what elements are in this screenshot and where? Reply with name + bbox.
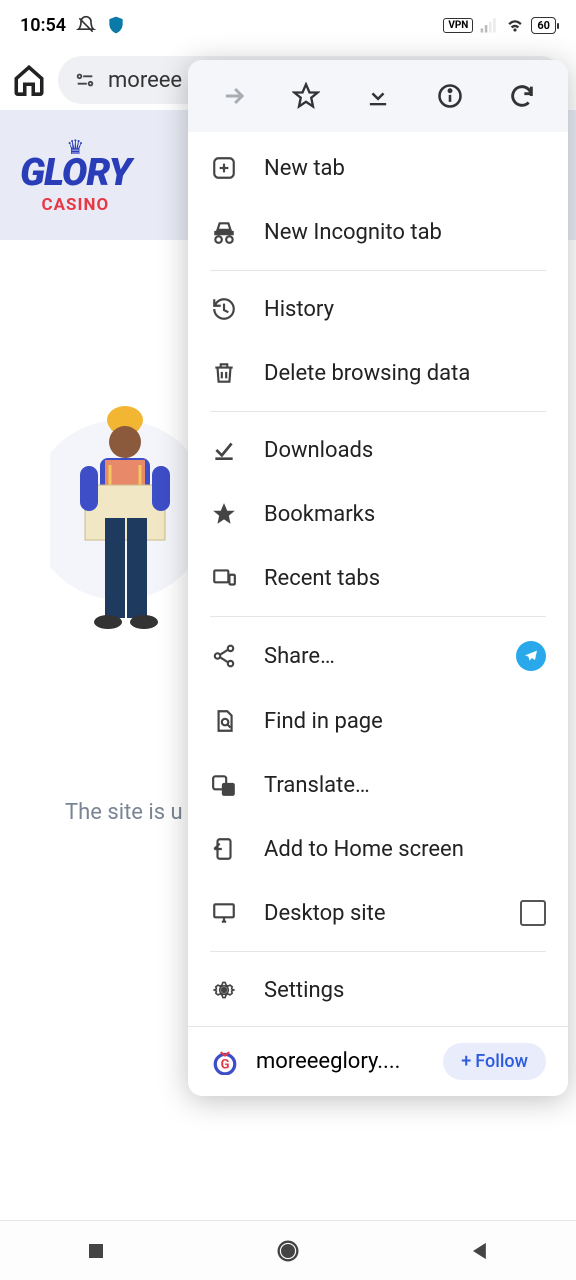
incognito-icon — [210, 218, 238, 246]
menu-label: Recent tabs — [264, 566, 546, 591]
refresh-icon[interactable] — [504, 78, 540, 114]
download-icon[interactable] — [360, 78, 396, 114]
menu-label: Settings — [264, 978, 546, 1003]
follow-label: Follow — [475, 1051, 528, 1072]
battery-badge: 60 — [531, 17, 556, 34]
find-page-icon — [210, 707, 238, 735]
devices-icon — [210, 564, 238, 592]
menu-label: Bookmarks — [264, 502, 546, 527]
system-nav-bar — [0, 1220, 576, 1280]
translate-icon — [210, 771, 238, 799]
divider — [210, 270, 546, 271]
shield-icon — [106, 15, 126, 35]
site-logo: ♛ GLORY CASINO — [20, 135, 131, 215]
signal-icon — [479, 15, 499, 35]
menu-label: Delete browsing data — [264, 361, 546, 386]
mute-icon — [76, 15, 96, 35]
status-time: 10:54 — [20, 15, 66, 36]
share-icon — [210, 642, 238, 670]
url-text: moreee — [108, 68, 182, 93]
menu-share[interactable]: Share… — [188, 623, 568, 689]
follow-button[interactable]: + Follow — [443, 1043, 546, 1080]
menu-label: Add to Home screen — [264, 837, 546, 862]
menu-desktop[interactable]: Desktop site — [188, 881, 568, 945]
menu-label: Translate… — [264, 773, 546, 798]
add-home-icon — [210, 835, 238, 863]
menu-label: Downloads — [264, 438, 546, 463]
menu-label: New Incognito tab — [264, 220, 546, 245]
site-favicon: G — [210, 1047, 240, 1077]
menu-icon-row — [188, 60, 568, 132]
menu-label: Share… — [264, 644, 490, 669]
star-fill-icon — [210, 500, 238, 528]
trash-icon — [210, 359, 238, 387]
status-bar: 10:54 VPN 60 — [0, 0, 576, 50]
menu-settings[interactable]: Settings — [188, 958, 568, 1022]
nav-home-icon[interactable] — [274, 1237, 302, 1265]
menu-downloads[interactable]: Downloads — [188, 418, 568, 482]
divider — [210, 951, 546, 952]
browser-menu: New tab New Incognito tab History Delete… — [188, 60, 568, 1096]
divider — [210, 411, 546, 412]
menu-label: New tab — [264, 156, 546, 181]
follow-row: G moreeeglory.... + Follow — [188, 1026, 568, 1096]
tune-icon — [74, 69, 96, 91]
home-icon[interactable] — [12, 63, 46, 97]
svg-text:G: G — [221, 1057, 230, 1072]
menu-label: Desktop site — [264, 901, 494, 926]
forward-icon[interactable] — [216, 78, 252, 114]
plus-icon: + — [461, 1051, 471, 1072]
vpn-badge: VPN — [443, 18, 473, 33]
plus-square-icon — [210, 154, 238, 182]
telegram-icon — [516, 641, 546, 671]
menu-recent-tabs[interactable]: Recent tabs — [188, 546, 568, 610]
menu-delete-data[interactable]: Delete browsing data — [188, 341, 568, 405]
star-icon[interactable] — [288, 78, 324, 114]
menu-translate[interactable]: Translate… — [188, 753, 568, 817]
menu-bookmarks[interactable]: Bookmarks — [188, 482, 568, 546]
menu-label: Find in page — [264, 709, 546, 734]
menu-incognito[interactable]: New Incognito tab — [188, 200, 568, 264]
desktop-icon — [210, 899, 238, 927]
nav-back-icon[interactable] — [466, 1237, 494, 1265]
gear-icon — [210, 976, 238, 1004]
divider — [210, 616, 546, 617]
logo-bottom: CASINO — [41, 195, 109, 215]
logo-top: GLORY — [20, 151, 131, 195]
menu-find[interactable]: Find in page — [188, 689, 568, 753]
info-icon[interactable] — [432, 78, 468, 114]
follow-site-name: moreeeglory.... — [256, 1049, 427, 1074]
nav-recent-icon[interactable] — [82, 1237, 110, 1265]
menu-new-tab[interactable]: New tab — [188, 136, 568, 200]
desktop-checkbox[interactable] — [520, 900, 546, 926]
history-icon — [210, 295, 238, 323]
menu-label: History — [264, 297, 546, 322]
check-underline-icon — [210, 436, 238, 464]
wifi-icon — [505, 15, 525, 35]
menu-add-home[interactable]: Add to Home screen — [188, 817, 568, 881]
menu-history[interactable]: History — [188, 277, 568, 341]
worker-illustration — [50, 390, 190, 690]
